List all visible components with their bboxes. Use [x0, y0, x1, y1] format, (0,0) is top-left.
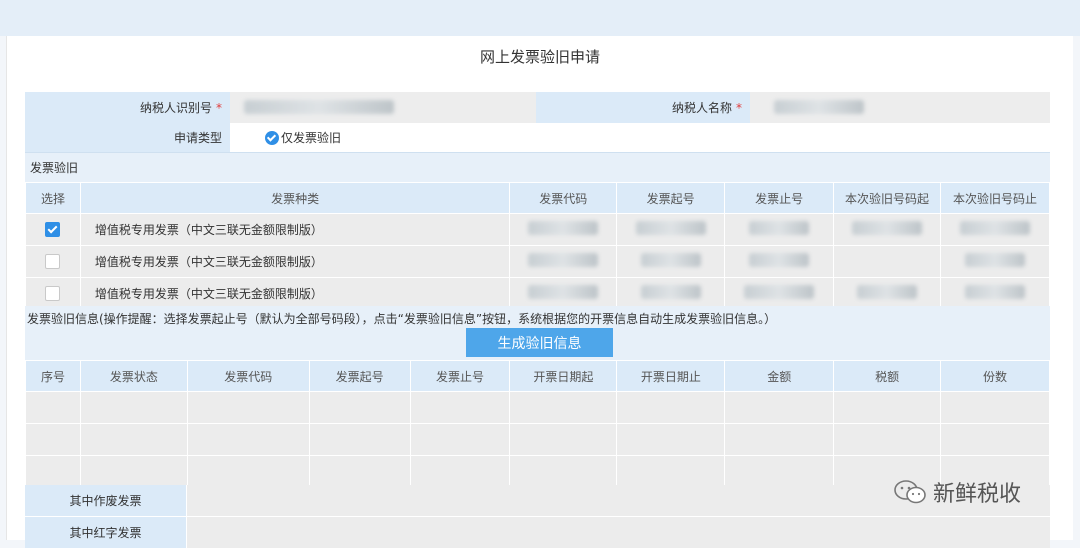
col-end-no: 发票止号 [724, 182, 835, 214]
table-row [25, 391, 1050, 424]
col-tax: 税额 [833, 360, 942, 392]
redacted-value [528, 253, 599, 267]
watermark-text: 新鲜税收 [933, 482, 1022, 507]
col-date-end: 开票日期止 [616, 360, 726, 392]
taxpayer-name-field[interactable] [750, 92, 1050, 123]
result-table-header: 序号 发票状态 发票代码 发票起号 发票止号 开票日期起 开票日期止 金额 税额… [25, 360, 1050, 392]
wechat-icon [894, 480, 926, 504]
application-type-row: 申请类型 仅发票验旧 [25, 123, 1050, 152]
col-count: 份数 [940, 360, 1050, 392]
col-amount: 金额 [724, 360, 835, 392]
table-row: 增值税专用发票（中文三联无金额限制版） [25, 213, 1050, 246]
verify-start-cell[interactable] [833, 277, 942, 310]
application-type-value-cell: 仅发票验旧 [230, 123, 1050, 152]
redacted-value [965, 285, 1026, 299]
col-start: 发票起号 [308, 360, 411, 392]
generate-verify-info-button[interactable]: 生成验旧信息 [466, 328, 613, 357]
verify-start-cell[interactable] [833, 245, 942, 278]
col-end: 发票止号 [409, 360, 511, 392]
select-cell [25, 213, 81, 246]
section-title: 发票验旧 [30, 161, 79, 175]
invoice-code-cell [509, 245, 618, 278]
redacted-value [960, 221, 1031, 235]
col-invoice-type: 发票种类 [79, 182, 511, 214]
red-invoice-row: 其中红字发票 [25, 517, 1050, 548]
verify-end-cell[interactable] [940, 245, 1050, 278]
start-no-cell [616, 277, 726, 310]
col-verify-start: 本次验旧号码起 [833, 182, 942, 214]
required-mark: * [216, 100, 222, 115]
invoice-type-cell: 增值税专用发票（中文三联无金额限制版） [79, 245, 511, 278]
col-seq: 序号 [25, 360, 81, 392]
col-verify-end: 本次验旧号码止 [940, 182, 1050, 214]
verify-end-cell[interactable] [940, 277, 1050, 310]
redacted-value [640, 253, 701, 267]
end-no-cell [724, 213, 835, 246]
verify-end-cell[interactable] [940, 213, 1050, 246]
invoice-type-cell: 增值税专用发票（中文三联无金额限制版） [79, 213, 511, 246]
end-no-cell [724, 245, 835, 278]
check-circle-icon[interactable] [265, 130, 279, 145]
redacted-value [749, 253, 810, 267]
col-invoice-code: 发票代码 [509, 182, 618, 214]
row-checkbox[interactable] [45, 222, 61, 237]
redacted-value [749, 221, 810, 235]
taxpayer-id-label-cell: 纳税人识别号 * [25, 92, 230, 123]
row-checkbox[interactable] [45, 286, 61, 301]
redacted-value [528, 285, 599, 299]
section-header: 发票验旧 [25, 152, 1050, 182]
redacted-value [244, 100, 394, 114]
row-checkbox[interactable] [45, 254, 61, 269]
watermark: 新鲜税收 [893, 476, 1021, 508]
verify-info-panel: 发票验旧信息(操作提醒：选择发票起止号（默认为全部号码段），点击“发票验旧信息”… [25, 306, 1050, 360]
select-cell [25, 277, 81, 310]
invoice-code-cell [509, 213, 618, 246]
redacted-value [774, 100, 864, 114]
application-type-value: 仅发票验旧 [281, 131, 342, 145]
taxpayer-id-label: 纳税人识别号 [139, 101, 212, 115]
redacted-value [640, 285, 701, 299]
taxpayer-id-field[interactable] [230, 92, 536, 123]
col-select: 选择 [25, 182, 81, 214]
end-no-cell [724, 277, 835, 310]
col-date-start: 开票日期起 [509, 360, 618, 392]
redacted-value [635, 221, 706, 235]
col-start-no: 发票起号 [616, 182, 726, 214]
select-cell [25, 245, 81, 278]
application-type-label: 申请类型 [173, 131, 222, 145]
invoice-code-cell [509, 277, 618, 310]
redacted-value [857, 285, 918, 299]
table-row [25, 423, 1050, 456]
invoice-table-header: 选择 发票种类 发票代码 发票起号 发票止号 本次验旧号码起 本次验旧号码止 [25, 182, 1050, 214]
verify-start-cell[interactable] [833, 213, 942, 246]
taxpayer-row: 纳税人识别号 * 纳税人名称 * [25, 92, 1050, 123]
redacted-value [744, 285, 815, 299]
page-title: 网上发票验旧申请 [479, 48, 600, 66]
invoice-type-cell: 增值税专用发票（中文三联无金额限制版） [79, 277, 511, 310]
redacted-value [852, 221, 923, 235]
start-no-cell [616, 213, 726, 246]
invoice-table: 选择 发票种类 发票代码 发票起号 发票止号 本次验旧号码起 本次验旧号码止 增… [25, 182, 1050, 310]
col-code: 发票代码 [186, 360, 310, 392]
required-mark: * [736, 100, 742, 115]
top-bar [0, 0, 1080, 36]
result-table: 序号 发票状态 发票代码 发票起号 发票止号 开票日期起 开票日期止 金额 税额… [25, 360, 1050, 488]
start-no-cell [616, 245, 726, 278]
taxpayer-name-label-cell: 纳税人名称 * [536, 92, 750, 123]
taxpayer-name-label: 纳税人名称 [671, 101, 732, 115]
red-invoice-label: 其中红字发票 [25, 517, 187, 548]
redacted-value [528, 221, 599, 235]
redacted-value [965, 253, 1026, 267]
col-status: 发票状态 [79, 360, 188, 392]
void-invoice-label: 其中作废发票 [25, 485, 187, 516]
verify-info-hint: 发票验旧信息(操作提醒：选择发票起止号（默认为全部号码段），点击“发票验旧信息”… [27, 312, 777, 326]
table-row: 增值税专用发票（中文三联无金额限制版） [25, 277, 1050, 310]
application-type-label-cell: 申请类型 [25, 123, 230, 152]
table-row: 增值税专用发票（中文三联无金额限制版） [25, 245, 1050, 278]
red-invoice-value [187, 517, 1050, 548]
